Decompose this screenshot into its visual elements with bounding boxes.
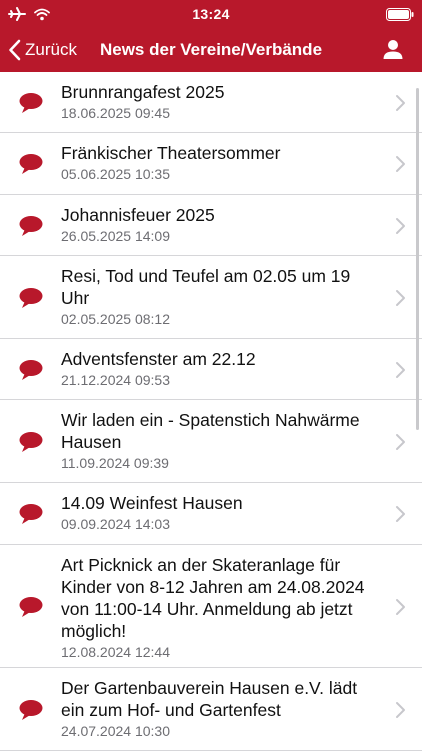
news-text: Resi, Tod und Teufel am 02.05 um 19 Uhr 0…	[61, 256, 382, 329]
news-title: Der Gartenbauverein Hausen e.V. lädt ein…	[61, 678, 358, 720]
news-title: Adventsfenster am 22.12	[61, 349, 256, 369]
speech-bubble-icon	[19, 359, 43, 380]
chevron-right-icon	[396, 598, 405, 615]
news-row[interactable]: Der Gartenbauverein Hausen e.V. lädt ein…	[0, 668, 422, 751]
news-date: 21.12.2024 09:53	[61, 372, 170, 388]
speech-bubble-icon	[19, 504, 43, 524]
profile-icon	[383, 40, 403, 59]
chevron-right-icon	[396, 701, 405, 718]
news-date: 02.05.2025 08:12	[61, 311, 170, 327]
news-row[interactable]: Adventsfenster am 22.12 21.12.2024 09:53	[0, 339, 422, 400]
speech-bubble-icon	[19, 287, 43, 308]
news-text: Johannisfeuer 2025 26.05.2025 14:09	[61, 195, 382, 246]
profile-button[interactable]	[382, 38, 406, 62]
news-title: Johannisfeuer 2025	[61, 205, 215, 225]
news-date: 09.09.2024 14:03	[61, 516, 170, 532]
speech-bubble-icon	[19, 154, 43, 174]
news-text: Art Picknick an der Skateranlage für Kin…	[61, 545, 382, 662]
news-title: 14.09 Weinfest Hausen	[61, 493, 243, 513]
news-row[interactable]: Johannisfeuer 2025 26.05.2025 14:09	[0, 195, 422, 256]
news-title: Resi, Tod und Teufel am 02.05 um 19 Uhr	[61, 266, 351, 308]
news-text: Brunnrangafest 2025 18.06.2025 09:45	[61, 72, 382, 123]
app-header: 13:24 Zurück News der Vereine/Verbände	[0, 0, 422, 72]
news-text: Wir laden ein - Spatenstich Nahwärme Hau…	[61, 400, 382, 473]
news-list: Brunnrangafest 2025 18.06.2025 09:45 Fränk…	[0, 72, 422, 751]
speech-bubble-icon	[19, 215, 43, 236]
news-row[interactable]: Art Picknick an der Skateranlage für Kin…	[0, 545, 422, 668]
news-text: 14.09 Weinfest Hausen 09.09.2024 14:03	[61, 483, 382, 534]
news-row[interactable]: Wir laden ein - Spatenstich Nahwärme Hau…	[0, 400, 422, 483]
news-row[interactable]: Fränkischer Theatersommer 05.06.2025 10:3…	[0, 133, 422, 195]
news-row[interactable]: Resi, Tod und Teufel am 02.05 um 19 Uhr 0…	[0, 256, 422, 339]
news-date: 05.06.2025 10:35	[61, 166, 170, 182]
chevron-right-icon	[396, 433, 405, 450]
news-title: Brunnrangafest 2025	[61, 82, 225, 102]
news-row[interactable]: 14.09 Weinfest Hausen 09.09.2024 14:03	[0, 483, 422, 545]
news-row[interactable]: Brunnrangafest 2025 18.06.2025 09:45	[0, 72, 422, 133]
chevron-right-icon	[396, 156, 405, 172]
speech-bubble-icon	[19, 431, 43, 452]
battery-icon	[386, 8, 414, 26]
news-date: 18.06.2025 09:45	[61, 105, 170, 121]
chevron-right-icon	[396, 361, 405, 378]
news-date: 26.05.2025 14:09	[61, 228, 170, 244]
chevron-right-icon	[396, 217, 405, 234]
status-time: 13:24	[192, 6, 230, 22]
news-date: 11.09.2024 09:39	[61, 455, 169, 471]
speech-bubble-icon	[19, 596, 43, 617]
navigation-bar: Zurück News der Vereine/Verbände	[0, 28, 422, 72]
news-text: Fränkischer Theatersommer 05.06.2025 10:3…	[61, 133, 382, 184]
page-title: News der Vereine/Verbände	[99, 40, 323, 59]
news-text: Adventsfenster am 22.12 21.12.2024 09:53	[61, 339, 382, 390]
news-title: Art Picknick an der Skateranlage für Kin…	[61, 555, 365, 641]
news-date: 12.08.2024 12:44	[61, 644, 170, 660]
speech-bubble-icon	[19, 92, 43, 113]
chevron-right-icon	[396, 289, 405, 306]
news-text: Der Gartenbauverein Hausen e.V. lädt ein…	[61, 668, 382, 741]
status-bar: 13:24	[0, 0, 422, 28]
news-title: Fränkischer Theatersommer	[61, 143, 281, 163]
chevron-right-icon	[396, 94, 405, 111]
scroll-indicator[interactable]	[416, 88, 419, 430]
chevron-right-icon	[396, 506, 405, 522]
news-date: 24.07.2024 10:30	[61, 723, 170, 739]
news-title: Wir laden ein - Spatenstich Nahwärme Hau…	[61, 410, 360, 452]
speech-bubble-icon	[19, 699, 43, 720]
